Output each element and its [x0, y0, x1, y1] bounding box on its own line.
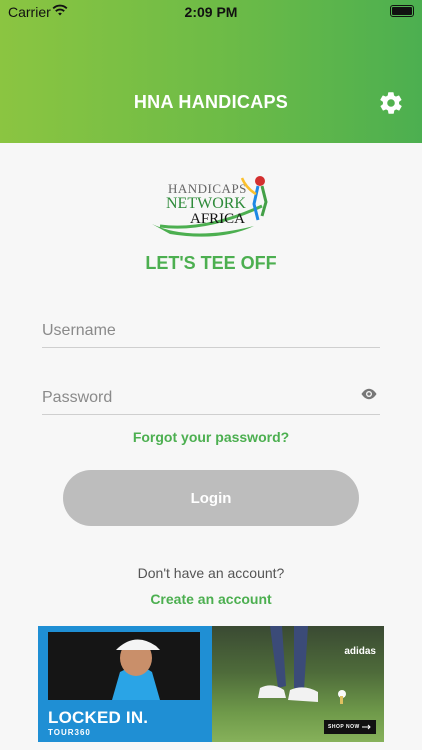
ad-shop-button[interactable]: SHOP NOW — [324, 720, 376, 734]
signup-prompt: Don't have an account? — [137, 565, 285, 581]
ad-cta: SHOP NOW — [328, 724, 360, 730]
logo-line-network: NETWORK — [166, 195, 246, 212]
ad-golfer-photo — [48, 632, 200, 700]
settings-gear-icon[interactable] — [378, 90, 404, 116]
arrow-right-icon — [362, 724, 371, 730]
ad-brand: TOUR360 — [48, 728, 91, 737]
logo-line-africa: AFRICA — [190, 211, 245, 227]
password-field[interactable] — [42, 381, 380, 415]
ad-right-panel: adidas SHOP NOW — [212, 626, 384, 742]
logo-line-handicaps: HANDICAPS — [168, 181, 247, 196]
ad-headline: LOCKED IN. — [48, 708, 149, 727]
status-time: 2:09 PM — [184, 4, 238, 20]
eye-icon[interactable] — [360, 387, 378, 401]
page-title: HNA HANDICAPS — [133, 92, 289, 112]
app-header: Carrier 2:09 PM HNA HANDICAPS — [0, 0, 422, 143]
hna-logo: HANDICAPS NETWORK AFRICA — [152, 176, 268, 237]
create-account-link[interactable]: Create an account — [0, 591, 422, 607]
username-field[interactable] — [42, 314, 380, 348]
battery-icon — [390, 5, 414, 17]
tagline: LET'S TEE OFF — [145, 253, 277, 273]
forgot-password-link[interactable]: Forgot your password? — [0, 429, 422, 445]
ad-banner[interactable]: LOCKED IN. TOUR360 adidas SHOP NOW — [38, 626, 384, 742]
login-button[interactable]: Login — [63, 470, 359, 526]
ad-advertiser: adidas — [344, 646, 376, 657]
username-input[interactable] — [42, 314, 380, 347]
password-input[interactable] — [42, 381, 380, 414]
ad-left-panel: LOCKED IN. TOUR360 — [38, 626, 212, 742]
